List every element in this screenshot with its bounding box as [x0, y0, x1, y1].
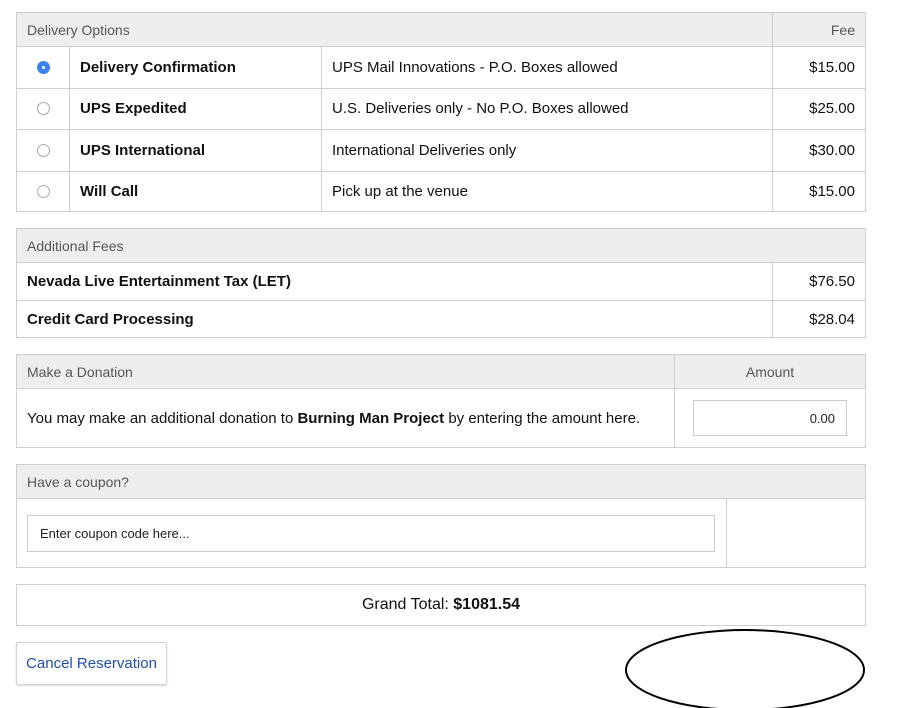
- fee-row: Nevada Live Entertainment Tax (LET) $76.…: [17, 262, 865, 300]
- delivery-option-description: UPS Mail Innovations - P.O. Boxes allowe…: [321, 47, 772, 88]
- fee-label: Nevada Live Entertainment Tax (LET): [27, 273, 291, 290]
- donation-text-after: by entering the amount here.: [444, 409, 641, 427]
- delivery-option-row[interactable]: Will Call Pick up at the venue $15.00: [17, 170, 865, 213]
- delivery-option-description: Pick up at the venue: [321, 171, 772, 212]
- coupon-header: Have a coupon?: [17, 465, 865, 498]
- delivery-options-title: Delivery Options: [27, 21, 130, 38]
- coupon-input-cell: [17, 499, 726, 567]
- delivery-option-description: International Deliveries only: [321, 130, 772, 171]
- coupon-body: [17, 498, 865, 567]
- fee-amount: $28.04: [772, 301, 865, 338]
- donation-title: Make a Donation: [27, 363, 133, 380]
- grand-total-panel: Grand Total: $1081.54: [16, 584, 866, 626]
- delivery-option-radio-cell[interactable]: [17, 130, 69, 171]
- coupon-code-input[interactable]: [27, 514, 715, 552]
- radio-button-selected[interactable]: [36, 60, 50, 74]
- delivery-option-fee: $15.00: [772, 47, 865, 88]
- donation-panel: Make a Donation Amount You may make an a…: [16, 354, 866, 448]
- donation-text-before: You may make an additional donation to: [27, 409, 298, 427]
- cancel-reservation-button[interactable]: Cancel Reservation: [16, 642, 167, 685]
- delivery-option-radio-cell[interactable]: [17, 89, 69, 130]
- delivery-option-fee: $30.00: [772, 130, 865, 171]
- delivery-option-row[interactable]: UPS Expedited U.S. Deliveries only - No …: [17, 87, 865, 130]
- donation-amount-input[interactable]: [693, 400, 847, 436]
- delivery-option-fee: $25.00: [772, 88, 865, 129]
- donation-header: Make a Donation Amount: [17, 355, 865, 388]
- additional-fees-title: Additional Fees: [27, 237, 124, 254]
- fee-column-header: Fee: [772, 13, 865, 46]
- delivery-option-row[interactable]: Delivery Confirmation UPS Mail Innovatio…: [17, 46, 865, 88]
- delivery-option-name: UPS Expedited: [69, 88, 321, 129]
- grand-total-label: Grand Total:: [361, 596, 454, 613]
- delivery-option-description: U.S. Deliveries only - No P.O. Boxes all…: [321, 88, 772, 129]
- coupon-panel: Have a coupon?: [16, 464, 866, 568]
- delivery-option-name: Delivery Confirmation: [69, 47, 321, 88]
- additional-fees-panel: Additional Fees Nevada Live Entertainmen…: [16, 228, 866, 338]
- fee-label: Credit Card Processing: [27, 311, 194, 328]
- donation-org: Burning Man Project: [297, 409, 445, 427]
- additional-fees-header: Additional Fees: [17, 229, 865, 262]
- delivery-option-radio-cell[interactable]: [17, 47, 69, 88]
- donation-body: You may make an additional donation to B…: [17, 388, 865, 447]
- grand-total-amount: $1081.54: [453, 596, 521, 613]
- radio-button[interactable]: [36, 102, 50, 116]
- radio-button[interactable]: [36, 143, 50, 157]
- delivery-option-fee: $15.00: [772, 171, 865, 212]
- delivery-options-panel: Delivery Options Fee Delivery Confirmati…: [16, 12, 866, 212]
- radio-button[interactable]: [36, 185, 50, 199]
- coupon-empty-cell: [726, 499, 865, 567]
- delivery-option-row[interactable]: UPS International International Deliveri…: [17, 129, 865, 171]
- donation-text: You may make an additional donation to B…: [17, 389, 674, 447]
- amount-column-header: Amount: [674, 355, 865, 388]
- fee-amount: $76.50: [772, 263, 865, 300]
- annotation-ellipse: [625, 629, 865, 708]
- fee-row: Credit Card Processing $28.04: [17, 300, 865, 338]
- delivery-option-name: Will Call: [69, 171, 321, 212]
- donation-amount-cell: [674, 389, 865, 447]
- delivery-option-radio-cell[interactable]: [17, 172, 69, 213]
- delivery-options-header: Delivery Options Fee: [17, 13, 865, 46]
- coupon-title: Have a coupon?: [27, 473, 129, 490]
- delivery-option-name: UPS International: [69, 130, 321, 171]
